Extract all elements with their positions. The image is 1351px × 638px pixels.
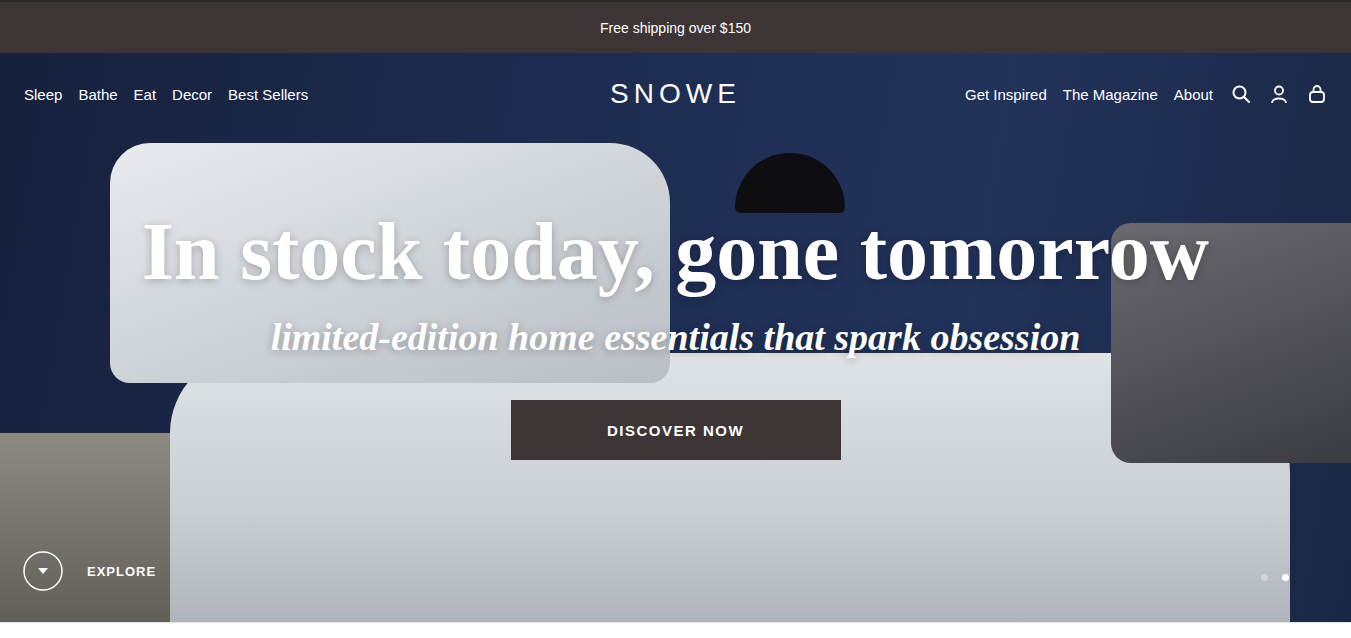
- scroll-down-icon[interactable]: [23, 551, 63, 591]
- nav-link[interactable]: Sleep: [24, 86, 62, 103]
- header: Sleep Bathe Eat Decor Best Sellers SNOWE Get…: [0, 53, 1351, 135]
- explore-label[interactable]: EXPLORE: [87, 564, 156, 579]
- page-bottom: [0, 622, 1351, 638]
- nav-link[interactable]: Eat: [134, 86, 157, 103]
- announcement-bar: Free shipping over $150: [0, 0, 1351, 53]
- hero-title: In stock today, gone tomorrow: [142, 207, 1209, 297]
- nav-link[interactable]: About: [1174, 86, 1213, 103]
- hero-footer: EXPLORE: [0, 551, 1351, 622]
- nav-link[interactable]: Bathe: [78, 86, 117, 103]
- hero-content: In stock today, gone tomorrow limited-ed…: [0, 207, 1351, 460]
- hero: Sleep Bathe Eat Decor Best Sellers SNOWE Get…: [0, 53, 1351, 622]
- nav-link[interactable]: Decor: [172, 86, 212, 103]
- nav-link[interactable]: The Magazine: [1063, 86, 1158, 103]
- discover-button[interactable]: DISCOVER NOW: [511, 400, 841, 460]
- search-icon[interactable]: [1231, 84, 1251, 104]
- nav-link[interactable]: Get Inspired: [965, 86, 1047, 103]
- hero-subtitle: limited-edition home essentials that spa…: [271, 314, 1081, 360]
- slide-dot[interactable]: [1282, 574, 1289, 581]
- explore-link[interactable]: EXPLORE: [23, 551, 156, 591]
- nav-link[interactable]: Best Sellers: [228, 86, 308, 103]
- slide-dots: [1261, 574, 1289, 581]
- page: Free shipping over $150 Sleep Bathe Eat Dec…: [0, 0, 1351, 638]
- logo[interactable]: SNOWE: [590, 78, 761, 110]
- bag-icon[interactable]: [1307, 84, 1327, 104]
- announcement-text: Free shipping over $150: [600, 20, 751, 36]
- secondary-nav: Get Inspired The Magazine About: [761, 84, 1327, 104]
- slide-dot[interactable]: [1261, 574, 1268, 581]
- account-icon[interactable]: [1269, 84, 1289, 104]
- primary-nav: Sleep Bathe Eat Decor Best Sellers: [24, 86, 590, 103]
